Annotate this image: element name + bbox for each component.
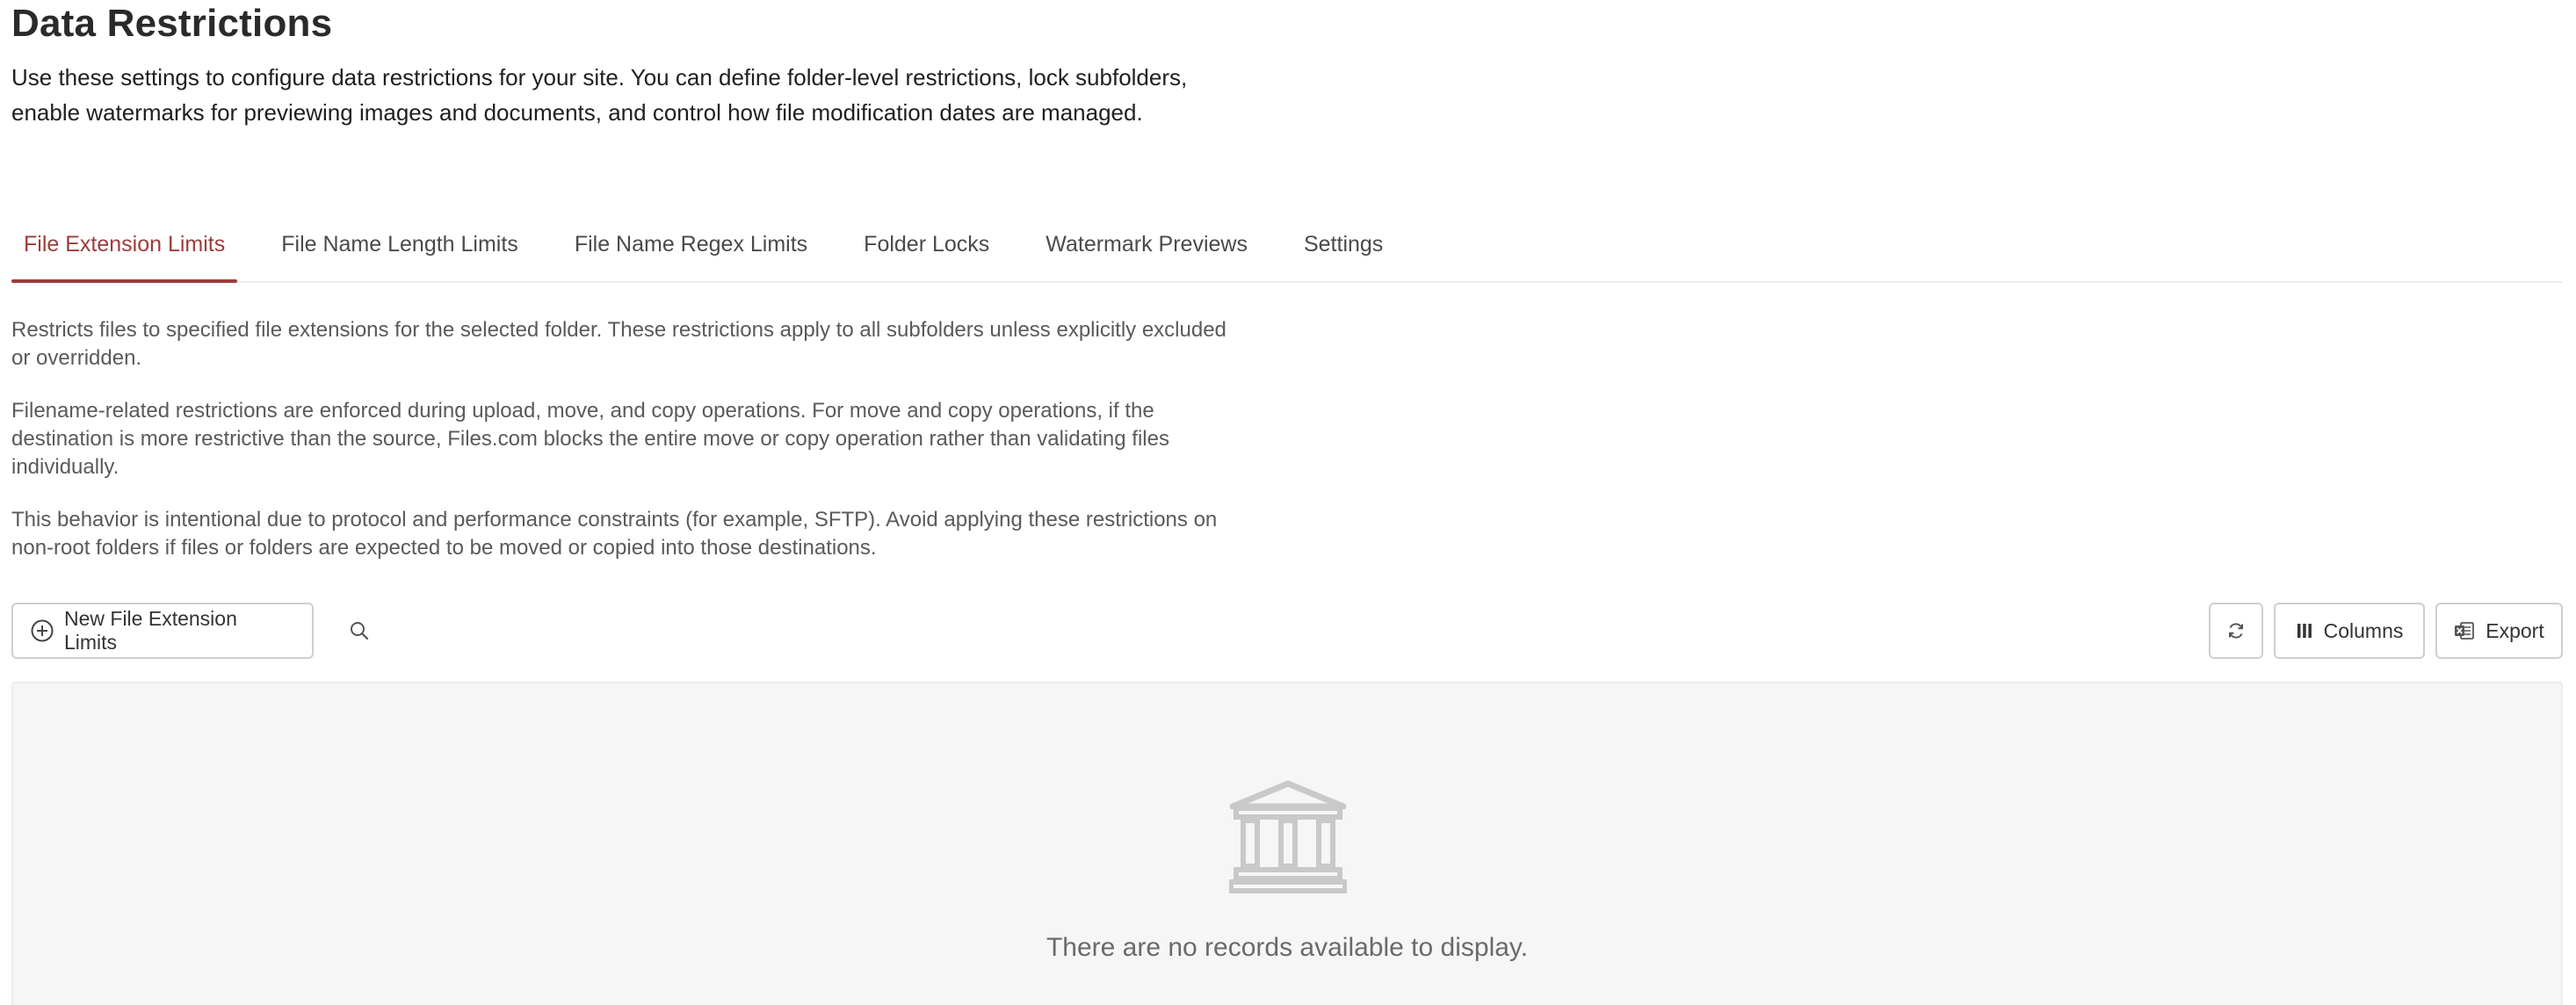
tab-bar: File Extension Limits File Name Length L… <box>11 207 2563 283</box>
table-toolbar: New File Extension Limits Columns Export <box>11 603 2563 659</box>
plus-circle-icon <box>31 619 54 642</box>
tab-file-extension-limits[interactable]: File Extension Limits <box>11 207 238 283</box>
description-paragraph: This behavior is intentional due to prot… <box>11 508 1218 560</box>
tab-folder-locks[interactable]: Folder Locks <box>851 207 1002 281</box>
tab-description: Restricts files to specified file extens… <box>11 316 1241 587</box>
search-icon[interactable] <box>344 615 375 647</box>
data-restrictions-page: Data Restrictions Use these settings to … <box>0 0 2576 1005</box>
columns-button[interactable]: Columns <box>2274 603 2425 659</box>
empty-state-message: There are no records available to displa… <box>1046 933 1529 962</box>
excel-export-icon <box>2454 621 2475 640</box>
tab-settings[interactable]: Settings <box>1292 207 1395 281</box>
new-button-label: New File Extension Limits <box>64 607 237 654</box>
description-paragraph: Filename-related restrictions are enforc… <box>11 399 1169 479</box>
empty-state-panel: There are no records available to displa… <box>11 682 2563 1005</box>
bank-building-icon <box>1229 780 1347 894</box>
tab-file-name-regex-limits[interactable]: File Name Regex Limits <box>562 207 820 281</box>
page-intro: Use these settings to configure data res… <box>11 64 1188 126</box>
description-paragraph: Restricts files to specified file extens… <box>11 318 1226 370</box>
columns-icon <box>2296 622 2313 640</box>
new-file-extension-limits-button[interactable]: New File Extension Limits <box>11 603 314 659</box>
refresh-icon <box>2226 621 2246 640</box>
refresh-button[interactable] <box>2209 603 2263 659</box>
export-button[interactable]: Export <box>2435 603 2563 659</box>
tab-file-name-length-limits[interactable]: File Name Length Limits <box>269 207 531 281</box>
export-label: Export <box>2486 618 2544 642</box>
columns-label: Columns <box>2323 618 2404 642</box>
tab-watermark-previews[interactable]: Watermark Previews <box>1033 207 1260 281</box>
page-title: Data Restrictions <box>11 2 333 45</box>
